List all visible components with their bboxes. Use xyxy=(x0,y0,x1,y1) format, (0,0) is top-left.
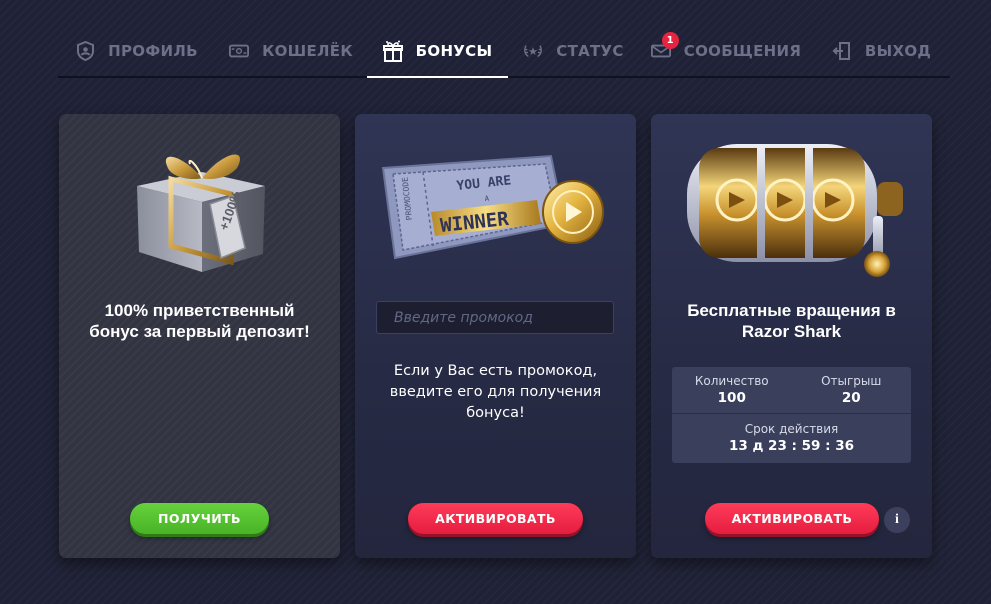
validity-label: Срок действия xyxy=(744,422,839,436)
wager-label: Отыгрыш xyxy=(821,374,882,388)
activate-promocode-button[interactable]: АКТИВИРОВАТЬ xyxy=(408,503,583,534)
free-spins-title: Бесплатные вращения в Razor Shark xyxy=(687,301,896,341)
gift-icon xyxy=(382,40,403,62)
free-spins-stats: Количество 100 Отыгрыш 20 Срок действия … xyxy=(672,367,911,463)
winner-ticket-illustration: PROMOCODE YOU ARE A WINNER xyxy=(381,154,604,260)
nav-item-messages[interactable]: 1 СООБЩЕНИЯ xyxy=(639,26,813,76)
promocode-input[interactable] xyxy=(376,301,614,334)
nav-item-wallet[interactable]: КОШЕЛЁК xyxy=(215,26,367,76)
gift-box-illustration: +100% xyxy=(137,154,265,272)
validity-stat: Срок действия 13 д 23 : 59 : 36 xyxy=(672,414,911,454)
nav-item-profile[interactable]: ПРОФИЛЬ xyxy=(58,26,215,76)
wager-value: 20 xyxy=(841,390,861,406)
promocode-card: PROMOCODE YOU ARE A WINNER Если у Вас ес… xyxy=(355,114,636,558)
nav-item-logout[interactable]: ВЫХОД xyxy=(813,26,950,76)
quantity-stat: Количество 100 xyxy=(672,367,792,413)
nav-label-profile: ПРОФИЛЬ xyxy=(108,42,198,60)
welcome-bonus-title: 100% приветственный бонус за первый депо… xyxy=(89,301,310,341)
nav-item-bonuses[interactable]: БОНУСЫ xyxy=(367,26,508,78)
quantity-label: Количество xyxy=(694,374,769,388)
quantity-value: 100 xyxy=(717,390,746,406)
claim-bonus-button[interactable]: ПОЛУЧИТЬ xyxy=(130,503,269,534)
validity-countdown: 13 д 23 : 59 : 36 xyxy=(728,438,855,454)
welcome-bonus-card: +100% 100% приветственный бонус за первы… xyxy=(59,114,340,558)
promocode-description: Если у Вас есть промокод, введите его дл… xyxy=(389,363,602,421)
nav-label-messages: СООБЩЕНИЯ xyxy=(683,42,802,60)
activate-free-spins-button[interactable]: АКТИВИРОВАТЬ xyxy=(705,503,879,534)
exit-door-icon xyxy=(832,41,852,61)
info-button[interactable]: i xyxy=(884,507,910,533)
nav-label-wallet: КОШЕЛЁК xyxy=(262,42,353,60)
nav-label-logout: ВЫХОД xyxy=(864,42,932,60)
laurel-icon xyxy=(523,41,543,61)
envelope-icon: 1 xyxy=(650,32,679,61)
free-spins-card: Бесплатные вращения в Razor Shark Количе… xyxy=(651,114,932,558)
shield-user-icon xyxy=(75,41,95,61)
unread-messages-badge: 1 xyxy=(661,32,679,49)
nav-item-status[interactable]: СТАТУС xyxy=(508,26,639,76)
wager-stat: Отыгрыш 20 xyxy=(792,367,912,413)
slot-machine-reels-illustration xyxy=(687,144,903,277)
nav-label-status: СТАТУС xyxy=(556,42,624,60)
nav-label-bonuses: БОНУСЫ xyxy=(415,42,493,60)
top-navigation: ПРОФИЛЬ КОШЕЛЁК БОНУСЫ СТАТУС 1 СООБЩЕНИ… xyxy=(58,26,950,78)
wallet-icon xyxy=(229,41,250,61)
